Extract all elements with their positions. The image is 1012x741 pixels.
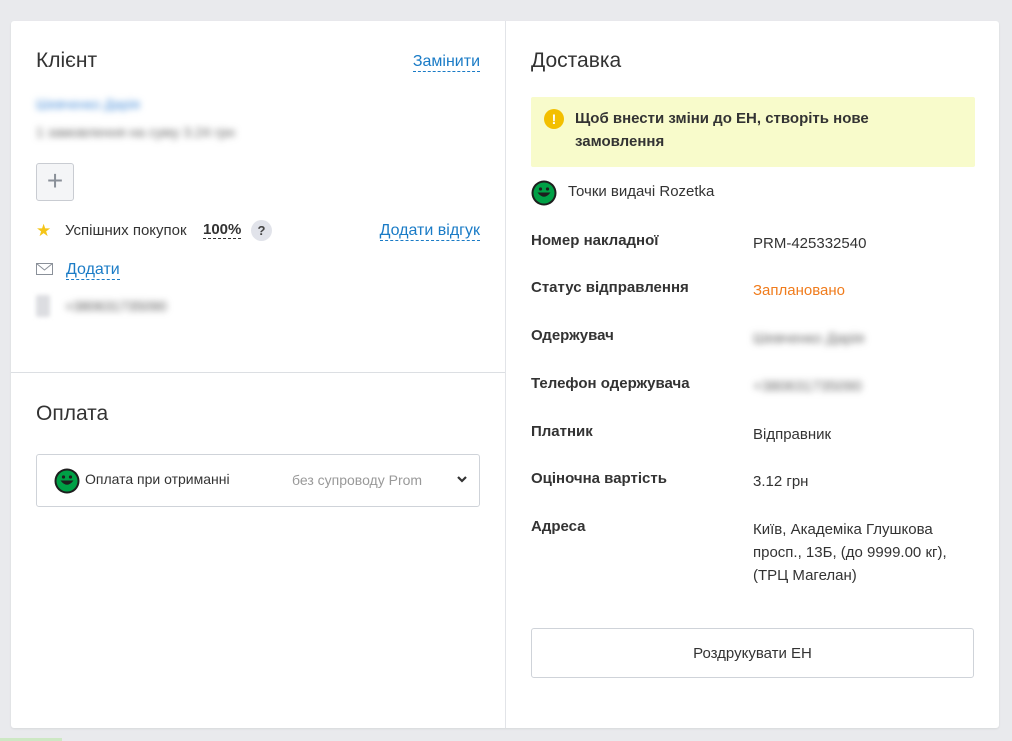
waybill-number-value: PRM-425332540	[753, 235, 867, 252]
recipient-phone-value: +380631735090	[753, 378, 862, 395]
rozetka-logo-icon	[531, 180, 557, 206]
print-waybill-button[interactable]: Роздрукувати ЕН	[531, 628, 974, 678]
add-email-link[interactable]: Додати	[66, 261, 120, 280]
info-label: Статус відправлення	[531, 279, 689, 296]
delivery-section-title: Доставка	[531, 49, 622, 72]
help-icon[interactable]: ?	[251, 220, 272, 241]
payment-method-select[interactable]: Оплата при отриманні без супроводу Prom	[36, 454, 480, 507]
success-purchases-value[interactable]: 100%	[203, 221, 242, 239]
info-label: Телефон одержувача	[531, 375, 690, 392]
info-label: Платник	[531, 423, 593, 440]
plus-icon: +	[46, 165, 64, 196]
declared-value-value: 3.12 грн	[753, 473, 809, 490]
client-orders-summary: 1 замовлення на суму 3.24 грн	[36, 124, 235, 140]
payment-method-label: Оплата при отриманні	[85, 471, 230, 487]
address-value: Київ, Академіка Глушкова просп., 13Б, (д…	[753, 521, 947, 584]
info-label: Одержувач	[531, 327, 614, 344]
section-divider	[11, 372, 505, 373]
warning-icon: !	[544, 109, 564, 129]
order-card: Клієнт Замінити Шевченко Дарія 1 замовле…	[11, 21, 999, 728]
replace-client-link[interactable]: Замінити	[412, 53, 480, 72]
chevron-down-icon	[457, 476, 467, 483]
rozetka-logo-icon	[54, 468, 80, 494]
info-label: Номер накладної	[531, 232, 659, 249]
payment-method-note: без супроводу Prom	[292, 472, 423, 488]
phone-icon	[36, 295, 50, 317]
add-client-field-button[interactable]: +	[36, 163, 74, 201]
add-review-link[interactable]: Додати відгук	[379, 222, 480, 241]
edit-notice-text: Щоб внести зміни до ЕН, створіть нове за…	[575, 110, 869, 150]
success-purchases-row: ★ Успішних покупок 100% ? Додати відгук	[36, 220, 480, 242]
info-label: Оціночна вартість	[531, 470, 667, 487]
edit-notice: ! Щоб внести зміни до ЕН, створіть нове …	[531, 97, 975, 167]
carrier-name: Точки видачі Rozetka	[568, 183, 715, 200]
right-column: Доставка ! Щоб внести зміни до ЕН, створ…	[505, 21, 999, 728]
success-purchases-label: Успішних покупок	[65, 222, 187, 239]
recipient-value: Шевченко Дарія	[753, 330, 865, 347]
star-icon: ★	[36, 221, 52, 240]
shipment-status-value: Заплановано	[753, 282, 846, 299]
payer-value: Відправник	[753, 426, 832, 443]
client-phone[interactable]: +380631735090	[65, 298, 167, 314]
payment-section-title: Оплата	[36, 402, 109, 425]
left-column: Клієнт Замінити Шевченко Дарія 1 замовле…	[11, 21, 505, 728]
info-label: Адреса	[531, 518, 586, 535]
mail-icon	[36, 263, 53, 275]
phone-row: +380631735090	[36, 295, 216, 317]
client-section-title: Клієнт	[36, 49, 98, 72]
client-name[interactable]: Шевченко Дарія	[36, 96, 140, 112]
